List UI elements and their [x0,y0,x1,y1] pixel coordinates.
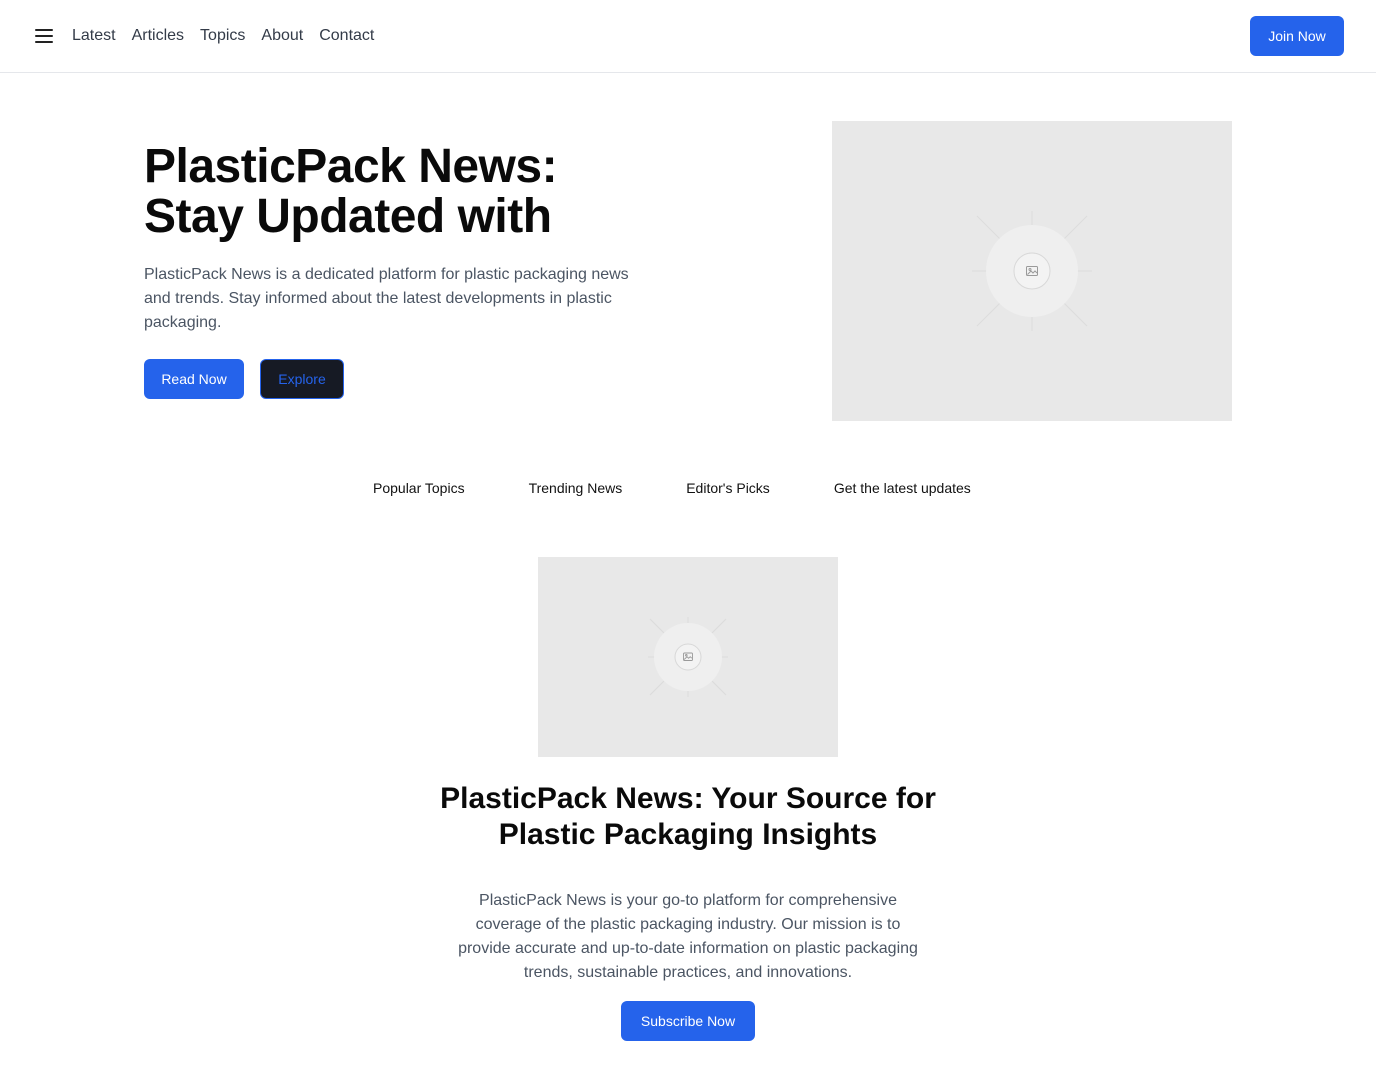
nav-contact[interactable]: Contact [319,24,374,48]
read-now-button[interactable]: Read Now [144,359,244,399]
nav-topics[interactable]: Topics [200,24,245,48]
site-header: Latest Articles Topics About Contact Joi… [0,0,1376,73]
image-placeholder-icon [648,617,728,697]
subscribe-now-button[interactable]: Subscribe Now [621,1001,755,1041]
topic-links: Popular Topics Trending News Editor's Pi… [373,478,971,498]
hero-description: PlasticPack News is a dedicated platform… [144,266,629,331]
feature-title: PlasticPack News: Your Source for Plasti… [440,782,936,851]
hero-title: PlasticPack News: Stay Updated with [144,140,558,243]
nav-latest[interactable]: Latest [72,24,116,48]
hero-image [832,121,1232,421]
topic-popular-topics[interactable]: Popular Topics [373,478,465,498]
main-nav: Latest Articles Topics About Contact [72,24,374,48]
hamburger-menu-icon[interactable] [34,26,54,46]
explore-button[interactable]: Explore [260,359,344,399]
feature-description: PlasticPack News is your go-to platform … [458,892,918,981]
nav-about[interactable]: About [261,24,303,48]
topic-latest-updates[interactable]: Get the latest updates [834,478,971,498]
image-placeholder-icon [972,211,1092,331]
join-now-button[interactable]: Join Now [1250,16,1344,56]
topic-trending-news[interactable]: Trending News [529,478,623,498]
feature-image [538,557,838,757]
topic-editors-picks[interactable]: Editor's Picks [686,478,770,498]
nav-articles[interactable]: Articles [132,24,184,48]
